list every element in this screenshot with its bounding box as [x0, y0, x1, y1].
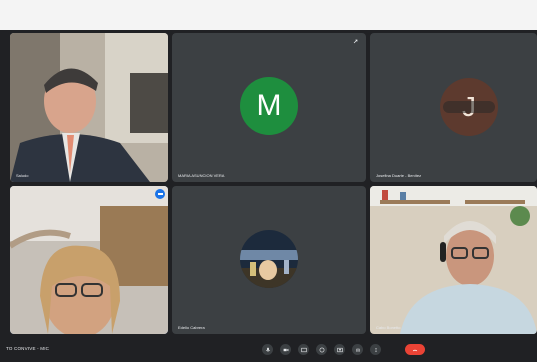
participant-video — [370, 186, 537, 334]
participant-name: Edelio Cabrera — [178, 325, 205, 330]
participant-video — [10, 33, 168, 182]
participant-tile-1[interactable]: Saludo — [10, 33, 168, 182]
mic-icon — [265, 347, 270, 351]
more-icon — [374, 347, 377, 352]
end-call-button[interactable] — [405, 344, 425, 355]
captions-icon — [300, 347, 307, 352]
speaking-indicator-icon — [155, 189, 165, 199]
present-icon — [336, 347, 343, 352]
muted-indicator — [443, 101, 495, 113]
participant-name: MARIA ASUNCION VERA — [178, 173, 225, 178]
participant-grid: Saludo M MARIA ASUNCION VERA J Josefina … — [0, 30, 537, 334]
emoji-icon — [319, 347, 324, 352]
participant-tile-6[interactable]: Cabo Bonetto — [370, 186, 537, 334]
participant-tile-4[interactable] — [10, 186, 168, 334]
raise-hand-button[interactable] — [352, 344, 363, 355]
avatar-initial: M — [256, 89, 282, 122]
participant-avatar: M — [240, 77, 298, 135]
camera-button[interactable] — [280, 344, 291, 355]
participant-tile-5[interactable]: Edelio Cabrera — [172, 186, 366, 334]
meeting-toolbar: TO CONVIVE - MIC — [0, 334, 537, 362]
captions-button[interactable] — [298, 344, 309, 355]
emoji-button[interactable] — [316, 344, 327, 355]
raise-hand-icon — [356, 347, 359, 352]
participant-tile-3[interactable]: J Josefina Duarte - Benítez — [370, 33, 537, 182]
camera-icon — [283, 348, 288, 351]
present-button[interactable] — [334, 344, 345, 355]
participant-tile-2[interactable]: M MARIA ASUNCION VERA — [172, 33, 366, 182]
pin-icon[interactable] — [353, 39, 358, 44]
participant-name: Cabo Bonetto — [376, 325, 401, 330]
window-top-band — [0, 0, 537, 30]
more-options-button[interactable] — [370, 344, 381, 355]
end-call-icon — [412, 349, 418, 351]
participant-avatar — [240, 230, 298, 288]
participant-name: Saludo — [16, 173, 29, 178]
meeting-name: TO CONVIVE - MIC — [6, 346, 50, 351]
participant-name: Josefina Duarte - Benítez — [376, 173, 422, 178]
mic-button[interactable] — [262, 344, 273, 355]
participant-video — [10, 186, 168, 334]
